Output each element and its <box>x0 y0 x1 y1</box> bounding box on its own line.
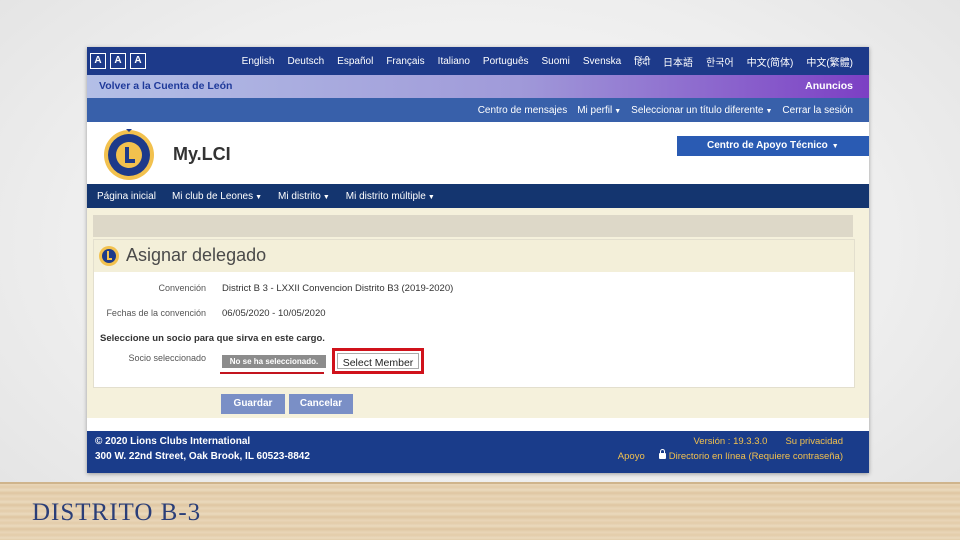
select-title-menu[interactable]: Seleccionar un título diferente ▼ <box>631 105 772 116</box>
selected-member-label: Socio seleccionado <box>128 353 206 363</box>
user-menu: Centro de mensajes Mi perfil ▼ Selecciona… <box>478 98 853 122</box>
my-profile-menu[interactable]: Mi perfil ▼ <box>577 105 621 116</box>
footer-address: 300 W. 22nd Street, Oak Brook, IL 60523-… <box>95 451 310 462</box>
site-footer: © 2020 Lions Clubs International 300 W. … <box>87 431 869 473</box>
language-bar: A A A English Deutsch Español Français I… <box>87 47 869 75</box>
language-link[interactable]: 한국어 <box>706 54 734 69</box>
language-link[interactable]: Español <box>337 56 373 67</box>
nav-my-district[interactable]: Mi distrito ▼ <box>278 191 330 202</box>
assign-delegate-panel: Asignar delegado Convención District B 3… <box>93 239 855 388</box>
privacy-link[interactable]: Su privacidad <box>785 436 843 447</box>
language-list: English Deutsch Español Français Italian… <box>242 47 853 75</box>
caret-down-icon: ▼ <box>427 193 435 201</box>
language-link[interactable]: English <box>242 56 275 67</box>
caret-down-icon: ▼ <box>322 193 330 201</box>
language-link[interactable]: Português <box>483 56 529 67</box>
footer-top-links: Versión : 19.3.3.0 Su privacidad <box>693 436 843 447</box>
announcements-link[interactable]: Anuncios <box>805 80 853 92</box>
logout-link[interactable]: Cerrar la sesión <box>782 105 853 116</box>
convention-value: District B 3 - LXXII Convencion Distrito… <box>222 283 454 294</box>
font-size-large-button[interactable]: A <box>130 53 146 69</box>
footer-bottom-links: Apoyo Directorio en línea (Requiere cont… <box>618 449 843 462</box>
caret-down-icon: ▼ <box>614 107 622 115</box>
language-link[interactable]: हिंदी <box>634 54 650 68</box>
app-title: My.LCI <box>173 144 231 164</box>
nav-home[interactable]: Página inicial <box>97 191 156 202</box>
caret-down-icon: ▼ <box>829 143 839 150</box>
select-title-label: Seleccionar un título diferente <box>631 104 764 116</box>
caret-down-icon: ▼ <box>255 193 263 201</box>
convention-dates-value: 06/05/2020 - 10/05/2020 <box>222 308 326 319</box>
online-directory-link[interactable]: Directorio en línea (Requiere contraseña… <box>658 449 843 462</box>
version-text: Versión : 19.3.3.0 <box>693 436 768 447</box>
language-link[interactable]: 中文(简体) <box>747 54 794 69</box>
cancel-button[interactable]: Cancelar <box>289 394 353 414</box>
language-link[interactable]: Suomi <box>542 56 570 67</box>
save-button[interactable]: Guardar <box>221 394 285 414</box>
language-link[interactable]: 中文(繁體) <box>806 54 853 69</box>
highlight-underline <box>220 372 324 374</box>
nav-my-multiple-district-label: Mi distrito múltiple <box>345 190 426 202</box>
main-nav: Página inicial Mi club de Leones ▼ Mi dis… <box>87 184 869 208</box>
nav-my-multiple-district[interactable]: Mi distrito múltiple ▼ <box>346 191 435 202</box>
selected-member-value: No se ha seleccionado. <box>222 355 326 368</box>
lions-logo-icon <box>104 129 154 180</box>
lions-emblem-icon <box>99 246 119 266</box>
caret-down-icon: ▼ <box>765 107 773 115</box>
my-profile-label: Mi perfil <box>577 104 613 116</box>
nav-my-district-label: Mi distrito <box>278 190 321 202</box>
browser-screenshot: A A A English Deutsch Español Français I… <box>87 47 869 473</box>
panel-header: Asignar delegado <box>94 240 854 272</box>
user-menu-bar: Centro de mensajes Mi perfil ▼ Selecciona… <box>87 98 869 122</box>
language-link[interactable]: 日本語 <box>663 54 693 69</box>
page-title: Asignar delegado <box>126 245 267 265</box>
font-size-controls: A A A <box>90 53 146 69</box>
support-link[interactable]: Apoyo <box>618 451 645 462</box>
account-bar: Volver a la Cuenta de León Anuncios <box>87 75 869 98</box>
footer-copyright: © 2020 Lions Clubs International <box>95 436 251 447</box>
select-member-button[interactable]: Select Member <box>337 353 419 369</box>
support-center-menu[interactable]: Centro de Apoyo Técnico ▼ <box>677 136 869 156</box>
select-member-highlight: Select Member <box>332 348 424 374</box>
support-center-label: Centro de Apoyo Técnico <box>707 140 828 151</box>
site-header: My.LCI Centro de Apoyo Técnico ▼ <box>87 122 869 184</box>
message-center-link[interactable]: Centro de mensajes <box>478 105 568 116</box>
font-size-small-button[interactable]: A <box>90 53 106 69</box>
language-link[interactable]: Français <box>386 56 424 67</box>
convention-label: Convención <box>158 283 206 293</box>
language-link[interactable]: Svenska <box>583 56 621 67</box>
font-size-medium-button[interactable]: A <box>110 53 126 69</box>
nav-my-club-label: Mi club de Leones <box>171 190 254 202</box>
content-toolbar <box>93 215 853 237</box>
instruction-text: Seleccione un socio para que sirva en es… <box>100 333 325 344</box>
nav-my-club[interactable]: Mi club de Leones ▼ <box>172 191 262 202</box>
language-link[interactable]: Deutsch <box>287 56 324 67</box>
convention-dates-label: Fechas de la convención <box>106 308 206 318</box>
slide-caption: DISTRITO B-3 <box>32 499 202 526</box>
online-directory-label: Directorio en línea (Requiere contraseña… <box>668 451 843 462</box>
language-link[interactable]: Italiano <box>438 56 470 67</box>
lock-icon <box>658 449 666 459</box>
back-to-lion-account-link[interactable]: Volver a la Cuenta de León <box>99 80 232 92</box>
